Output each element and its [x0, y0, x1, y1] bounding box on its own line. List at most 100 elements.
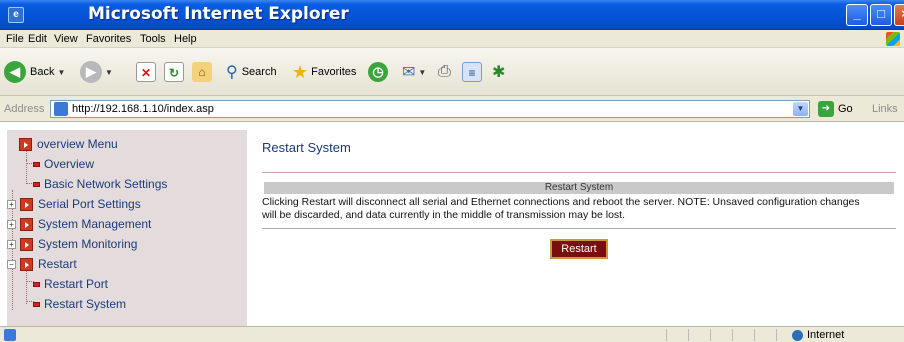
folder-icon	[19, 137, 32, 151]
links-button[interactable]: Links	[872, 103, 898, 115]
windows-logo-icon	[886, 32, 900, 46]
divider	[262, 172, 896, 173]
sidebar-item-label: System Monitoring	[38, 237, 138, 251]
sidebar-item-restart-port[interactable]: Restart Port	[33, 277, 108, 291]
toolbar: ◀ Back ▼ ▶ ▼ ✕ ↻ ⌂ ⚲ Search ★ Favorites …	[0, 48, 904, 96]
status-separator	[710, 329, 711, 341]
folder-icon	[20, 237, 33, 251]
sidebar-item-label: Restart Port	[44, 277, 109, 291]
mail-button[interactable]: ✉ ▼	[402, 58, 426, 86]
back-arrow-icon: ◀	[4, 61, 26, 83]
page-status-icon	[4, 329, 16, 341]
search-button[interactable]: ⚲ Search	[226, 58, 277, 86]
status-separator	[666, 329, 667, 341]
restart-button[interactable]: Restart	[550, 239, 608, 259]
menu-view[interactable]: View	[54, 33, 78, 45]
forward-button[interactable]: ▶ ▼	[80, 58, 113, 86]
address-url: http://192.168.1.10/index.asp	[72, 103, 214, 115]
expand-plus-icon[interactable]: +	[7, 199, 16, 209]
menu-file[interactable]: File	[6, 33, 24, 45]
status-separator	[776, 329, 777, 341]
page-leaf-icon	[33, 301, 40, 307]
sidebar-item-basic-network-settings[interactable]: Basic Network Settings	[33, 177, 167, 191]
mail-icon: ✉	[402, 64, 416, 81]
collapse-minus-icon[interactable]: −	[7, 259, 16, 269]
mail-dropdown-icon: ▼	[418, 67, 427, 77]
back-button[interactable]: ◀ Back ▼	[4, 58, 65, 86]
divider	[262, 228, 896, 229]
sidebar-item-label: Restart	[38, 257, 77, 271]
ie-icon: e	[8, 7, 24, 23]
back-dropdown-icon: ▼	[57, 67, 66, 77]
minimize-button[interactable]: _	[846, 4, 868, 26]
section-header: Restart System	[264, 182, 894, 194]
messenger-icon: ✱	[492, 64, 506, 81]
print-button[interactable]: ⎙	[438, 58, 451, 86]
home-button[interactable]: ⌂	[192, 58, 212, 86]
sidebar-item-serial-port-settings[interactable]: + Serial Port Settings	[7, 197, 141, 211]
sidebar-root-label: overview Menu	[37, 137, 118, 151]
stop-icon: ✕	[136, 62, 156, 82]
sidebar-item-system-management[interactable]: + System Management	[7, 217, 151, 231]
menu-edit[interactable]: Edit	[28, 33, 47, 45]
go-button[interactable]: ➜ Go	[818, 101, 853, 117]
print-icon: ⎙	[438, 63, 451, 80]
globe-icon	[792, 329, 803, 341]
history-button[interactable]: ◷	[368, 58, 388, 86]
sidebar-item-system-monitoring[interactable]: + System Monitoring	[7, 237, 137, 251]
restart-description: Clicking Restart will disconnect all ser…	[262, 196, 860, 221]
favorites-button[interactable]: ★ Favorites	[292, 58, 356, 86]
expand-plus-icon[interactable]: +	[7, 239, 16, 249]
search-icon: ⚲	[226, 64, 238, 81]
forward-dropdown-icon: ▼	[105, 67, 113, 77]
folder-icon	[20, 197, 33, 211]
address-input[interactable]: http://192.168.1.10/index.asp ▼	[50, 100, 810, 118]
sidebar-item-label: Overview	[44, 157, 95, 171]
back-label: Back	[30, 66, 55, 78]
status-separator	[688, 329, 689, 341]
edit-page-icon: ≡	[462, 62, 482, 82]
sidebar-item-label: Basic Network Settings	[44, 177, 168, 191]
folder-icon	[20, 257, 33, 271]
go-label: Go	[838, 103, 853, 115]
search-label: Search	[241, 66, 277, 78]
page-icon	[54, 102, 68, 116]
menu-help[interactable]: Help	[174, 33, 197, 45]
home-icon: ⌂	[192, 62, 212, 82]
messenger-button[interactable]: ✱	[492, 58, 505, 86]
favorites-label: Favorites	[311, 66, 357, 78]
sidebar-item-restart[interactable]: − Restart	[7, 257, 77, 271]
forward-arrow-icon: ▶	[80, 61, 102, 83]
page-leaf-icon	[33, 161, 40, 167]
stop-button[interactable]: ✕	[136, 58, 156, 86]
go-arrow-icon: ➜	[818, 101, 834, 117]
refresh-icon: ↻	[164, 62, 184, 82]
sidebar-item-restart-system[interactable]: Restart System	[33, 297, 126, 311]
history-icon: ◷	[368, 62, 388, 82]
edit-button[interactable]: ≡	[462, 58, 482, 86]
title-bar: e Microsoft Internet Explorer _ □ ×	[0, 0, 904, 30]
address-dropdown-icon[interactable]: ▼	[793, 102, 808, 116]
page-leaf-icon	[33, 181, 40, 187]
page-content: overview Menu Overview Basic Network Set…	[0, 122, 904, 326]
status-separator	[754, 329, 755, 341]
expand-plus-icon[interactable]: +	[7, 219, 16, 229]
sidebar-root-overview-menu[interactable]: overview Menu	[19, 137, 118, 151]
page-leaf-icon	[33, 281, 40, 287]
refresh-button[interactable]: ↻	[164, 58, 184, 86]
window-title: Microsoft Internet Explorer	[88, 4, 349, 24]
security-zone: Internet	[792, 329, 844, 341]
status-separator	[732, 329, 733, 341]
star-icon: ★	[292, 61, 309, 82]
address-bar: Address http://192.168.1.10/index.asp ▼ …	[0, 96, 904, 122]
status-bar: Internet	[0, 326, 904, 342]
folder-icon	[20, 217, 33, 231]
maximize-button[interactable]: □	[870, 4, 892, 26]
menu-tools[interactable]: Tools	[140, 33, 166, 45]
close-button[interactable]: ×	[894, 4, 904, 26]
menu-favorites[interactable]: Favorites	[86, 33, 131, 45]
sidebar-item-overview[interactable]: Overview	[33, 157, 94, 171]
menu-bar: File Edit View Favorites Tools Help	[0, 30, 904, 48]
sidebar-item-label: System Management	[38, 217, 152, 231]
page-title: Restart System	[262, 140, 351, 155]
